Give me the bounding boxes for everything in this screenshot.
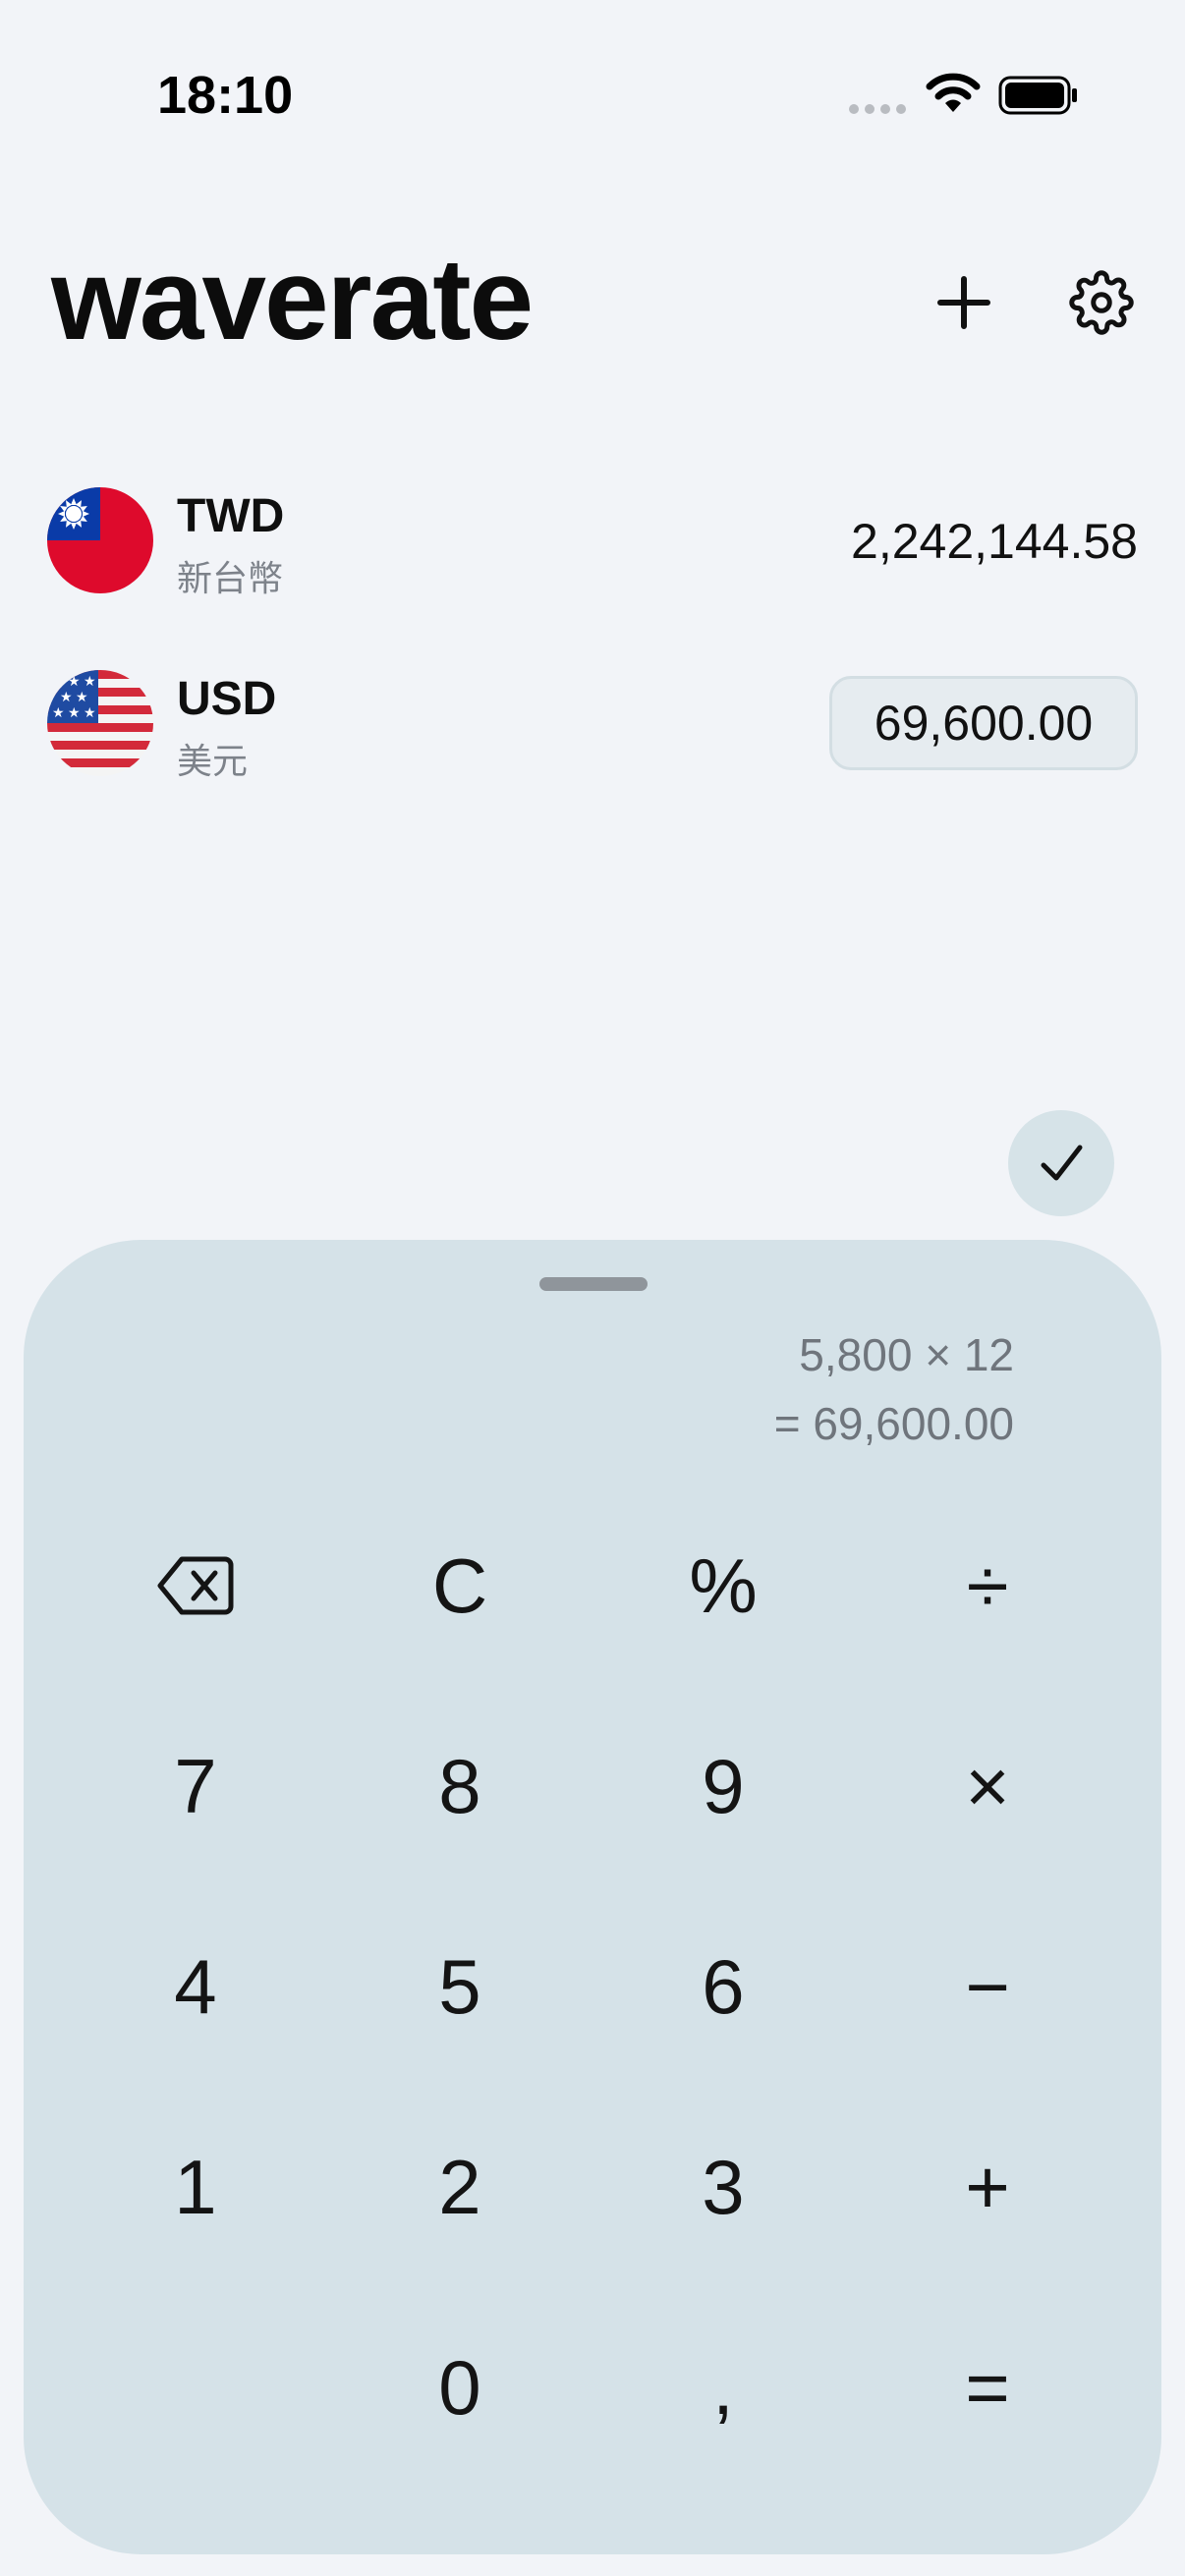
currency-name: 美元 xyxy=(177,741,249,781)
calc-result: = 69,600.00 xyxy=(773,1398,1014,1449)
key-2[interactable]: 2 xyxy=(362,2108,558,2266)
app-title: waverate xyxy=(51,235,534,364)
key-7[interactable]: 7 xyxy=(97,1708,294,1865)
svg-text:★: ★ xyxy=(76,690,88,705)
svg-text:★: ★ xyxy=(68,705,81,721)
key-plus[interactable]: + xyxy=(889,2108,1086,2266)
currency-code: USD xyxy=(177,673,277,725)
add-currency-button[interactable] xyxy=(920,253,1008,352)
currency-row-usd[interactable]: ★ ★ ★ ★ ★ ★ ★ ★ USD 美元 69,600.00 xyxy=(0,650,1185,798)
currency-amount-input[interactable]: 69,600.00 xyxy=(829,676,1138,770)
drag-handle[interactable] xyxy=(539,1277,648,1291)
key-equals[interactable]: = xyxy=(889,2309,1086,2466)
key-4[interactable]: 4 xyxy=(97,1908,294,2065)
key-minus[interactable]: − xyxy=(889,1908,1086,2065)
key-8[interactable]: 8 xyxy=(362,1708,558,1865)
svg-text:★: ★ xyxy=(68,674,81,690)
currency-name: 新台幣 xyxy=(177,558,284,598)
cellular-signal-icon xyxy=(849,104,906,114)
battery-icon xyxy=(998,76,1077,115)
currency-amount[interactable]: 2,242,144.58 xyxy=(851,513,1138,570)
svg-text:★: ★ xyxy=(84,674,96,690)
svg-text:★: ★ xyxy=(52,705,65,721)
key-6[interactable]: 6 xyxy=(625,1908,821,2065)
key-comma[interactable]: , xyxy=(625,2309,821,2466)
status-bar: 18:10 xyxy=(0,0,1185,196)
key-5[interactable]: 5 xyxy=(362,1908,558,2065)
us-flag-icon: ★ ★ ★ ★ ★ ★ ★ ★ xyxy=(47,670,153,776)
svg-text:★: ★ xyxy=(52,674,65,690)
key-3[interactable]: 3 xyxy=(625,2108,821,2266)
checkmark-icon xyxy=(1041,1145,1083,1181)
key-0[interactable]: 0 xyxy=(362,2309,558,2466)
currency-row-twd[interactable]: TWD 新台幣 2,242,144.58 xyxy=(0,468,1185,615)
key-1[interactable]: 1 xyxy=(97,2108,294,2266)
key-clear[interactable]: C xyxy=(362,1507,558,1664)
calc-expression: 5,800 × 12 xyxy=(799,1329,1014,1380)
settings-button[interactable] xyxy=(1057,253,1146,352)
key-9[interactable]: 9 xyxy=(625,1708,821,1865)
plus-icon xyxy=(937,276,990,329)
key-percent[interactable]: % xyxy=(625,1507,821,1664)
backspace-button[interactable] xyxy=(97,1507,294,1664)
wifi-icon xyxy=(926,73,981,112)
svg-text:★: ★ xyxy=(60,690,73,705)
svg-text:★: ★ xyxy=(84,705,96,721)
gear-icon xyxy=(1069,270,1134,335)
status-time: 18:10 xyxy=(157,66,294,125)
taiwan-flag-icon xyxy=(47,487,153,593)
key-divide[interactable]: ÷ xyxy=(889,1507,1086,1664)
calculator-sheet: 5,800 × 12 = 69,600.00 C % ÷ 7 8 9 × 4 5… xyxy=(24,1240,1161,2554)
confirm-button[interactable] xyxy=(1008,1110,1114,1216)
backspace-icon xyxy=(157,1556,234,1615)
key-multiply[interactable]: × xyxy=(889,1708,1086,1865)
currency-code: TWD xyxy=(177,490,285,542)
